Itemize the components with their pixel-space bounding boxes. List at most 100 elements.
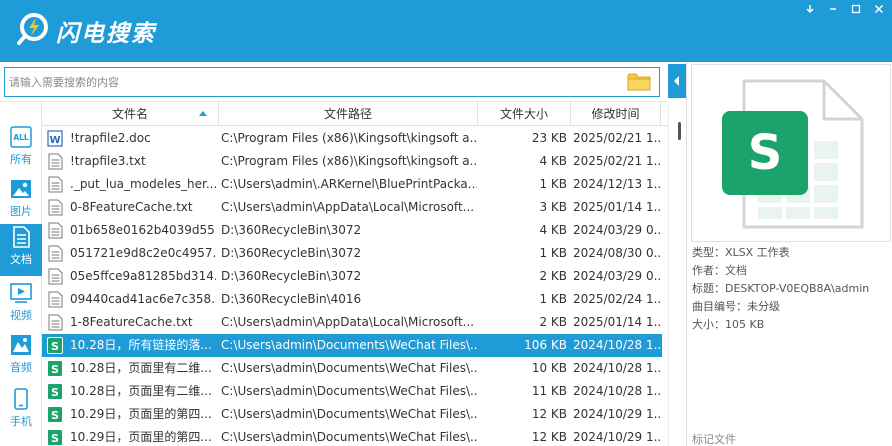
column-header-path[interactable]: 文件路径 <box>219 102 478 126</box>
scrollbar-thumb[interactable] <box>678 122 681 140</box>
table-row[interactable]: S 10.28日，所有链接的落... C:\Users\admin\Document… <box>42 334 662 357</box>
preview-type: 类型：XLSX 工作表 <box>692 246 790 259</box>
sort-ascending-icon <box>199 111 207 116</box>
modified-date-cell: 2024/03/29 0... <box>573 269 661 283</box>
file-name-cell: 051721e9d8c2e0c4957... <box>70 246 216 260</box>
column-header-size[interactable]: 文件大小 <box>478 102 571 126</box>
vertical-scrollbar[interactable] <box>668 102 686 446</box>
close-button[interactable] <box>866 0 892 18</box>
sidebar-item-videos[interactable]: 视频 <box>0 280 42 332</box>
file-path-cell: C:\Users\admin\AppData\Local\Microsoft..… <box>221 200 475 214</box>
video-icon <box>10 283 32 303</box>
file-size-cell: 2 KB <box>539 269 567 283</box>
tag-file-label[interactable]: 标记文件 <box>692 431 736 446</box>
image-icon <box>11 180 31 198</box>
all-icon-text: ALL <box>13 133 29 142</box>
file-size-cell: 2 KB <box>539 315 567 329</box>
modified-date-cell: 2024/10/29 1... <box>573 407 661 421</box>
table-row[interactable]: !trapfile3.txt C:\Program Files (x86)\Kin… <box>42 150 662 173</box>
sidebar-item-phone[interactable]: 手机 <box>0 386 42 438</box>
sidebar-item-label: 视频 <box>10 309 32 322</box>
modified-date-cell: 2024/10/28 1... <box>573 384 661 398</box>
file-path-cell: C:\Users\admin\.ARKernel\BluePrintPacka.… <box>221 177 477 191</box>
file-size-cell: 11 KB <box>531 384 567 398</box>
modified-date-cell: 2024/10/28 1... <box>573 361 661 375</box>
collapse-preview-button[interactable] <box>668 64 686 98</box>
file-path-cell: D:\360RecycleBin\3072 <box>221 246 362 260</box>
audio-icon <box>11 335 31 355</box>
svg-text:S: S <box>51 386 59 399</box>
preview-track: 曲目编号：未分级 <box>692 300 780 313</box>
text-file-icon <box>48 222 63 239</box>
table-row[interactable]: 051721e9d8c2e0c4957... D:\360RecycleBin\3… <box>42 242 662 265</box>
file-size-cell: 12 KB <box>531 430 567 444</box>
folder-icon[interactable] <box>627 73 651 91</box>
modified-date-cell: 2025/02/21 1... <box>573 131 661 145</box>
all-icon: ALL <box>10 126 32 148</box>
table-header: 文件名 文件路径 文件大小 修改时间 <box>42 102 668 126</box>
sidebar-item-label: 音频 <box>10 361 32 374</box>
file-path-cell: D:\360RecycleBin\3072 <box>221 269 362 283</box>
file-size-cell: 1 KB <box>539 246 567 260</box>
file-path-cell: C:\Program Files (x86)\Kingsoft\kingsoft… <box>221 131 477 145</box>
search-input[interactable] <box>6 69 624 95</box>
file-size-cell: 4 KB <box>539 223 567 237</box>
file-name-cell: !trapfile2.doc <box>70 131 151 145</box>
dash-icon <box>830 8 836 10</box>
file-size-cell: 106 KB <box>524 338 567 352</box>
text-file-icon <box>48 268 63 285</box>
table-row[interactable]: S 10.29日，页面里的第四... C:\Users\admin\Document… <box>42 426 662 446</box>
table-row[interactable]: S 10.28日，页面里有二维... C:\Users\admin\Document… <box>42 357 662 380</box>
phone-icon <box>14 388 28 410</box>
file-path-cell: C:\Users\admin\Documents\WeChat Files\..… <box>221 430 477 444</box>
file-path-cell: C:\Users\admin\AppData\Local\Microsoft..… <box>221 315 475 329</box>
file-path-cell: C:\Program Files (x86)\Kingsoft\kingsoft… <box>221 154 477 168</box>
search-bar <box>0 62 668 102</box>
file-name-cell: 10.29日，页面里的第四... <box>70 407 212 421</box>
sidebar-item-audio[interactable]: 音频 <box>0 332 42 384</box>
table-row[interactable]: W !trapfile2.doc C:\Program Files (x86)\Ki… <box>42 127 662 150</box>
table-row[interactable]: S 10.28日，页面里有二维... C:\Users\admin\Document… <box>42 380 662 403</box>
table-row[interactable]: 01b658e0162b4039d55... D:\360RecycleBin\3… <box>42 219 662 242</box>
file-name-cell: 10.28日，页面里有二维... <box>70 361 212 375</box>
modified-date-cell: 2025/02/24 1... <box>573 292 661 306</box>
text-file-icon <box>48 291 63 308</box>
maximize-icon <box>851 4 861 14</box>
svg-text:S: S <box>51 363 59 376</box>
close-icon <box>874 4 884 14</box>
modified-date-cell: 2024/08/30 0... <box>573 246 661 260</box>
sidebar-item-images[interactable]: 图片 <box>0 176 42 228</box>
svg-text:S: S <box>51 340 59 353</box>
file-size-cell: 12 KB <box>531 407 567 421</box>
search-box <box>4 67 660 97</box>
file-preview: S <box>691 64 891 242</box>
lightning-search-logo-icon <box>17 13 48 45</box>
file-path-cell: D:\360RecycleBin\4016 <box>221 292 362 306</box>
preview-size: 大小：105 KB <box>692 318 765 331</box>
file-path-cell: C:\Users\admin\Documents\WeChat Files\..… <box>221 361 477 375</box>
table-row[interactable]: ._put_lua_modeles_her... C:\Users\admin\.… <box>42 173 662 196</box>
table-row[interactable]: 0-8FeatureCache.txt C:\Users\admin\AppDat… <box>42 196 662 219</box>
file-path-cell: C:\Users\admin\Documents\WeChat Files\..… <box>221 407 477 421</box>
file-name-cell: 1-8FeatureCache.txt <box>70 315 193 329</box>
table-row[interactable]: 1-8FeatureCache.txt C:\Users\admin\AppDat… <box>42 311 662 334</box>
xlsx-file-icon: S <box>722 79 864 229</box>
minimize-icon <box>806 5 814 14</box>
sidebar-item-label: 手机 <box>10 415 32 428</box>
table-row[interactable]: 09440cad41ac6e7c358... D:\360RecycleBin\4… <box>42 288 662 311</box>
text-file-icon <box>48 153 63 170</box>
preview-pane: S 类型：XLSX 工作表 作者：文档 标题：DESKTOP-V0EQB8A\a… <box>686 62 892 446</box>
file-size-cell: 3 KB <box>539 200 567 214</box>
sidebar-item-all[interactable]: ALL 所有 <box>0 124 42 176</box>
text-file-icon <box>48 245 63 262</box>
table-row[interactable]: 05e5ffce9a81285bd314... D:\360RecycleBin\… <box>42 265 662 288</box>
word-icon: W <box>47 130 63 147</box>
column-header-name[interactable]: 文件名 <box>42 102 219 126</box>
modified-date-cell: 2025/01/14 1... <box>573 200 661 214</box>
column-header-modified[interactable]: 修改时间 <box>571 102 661 126</box>
table-row[interactable]: S 10.29日，页面里的第四... C:\Users\admin\Document… <box>42 403 662 426</box>
document-icon <box>13 226 30 248</box>
spreadsheet-icon: S <box>47 360 63 377</box>
sidebar-item-documents[interactable]: 文档 <box>0 224 42 276</box>
file-size-cell: 23 KB <box>531 131 567 145</box>
